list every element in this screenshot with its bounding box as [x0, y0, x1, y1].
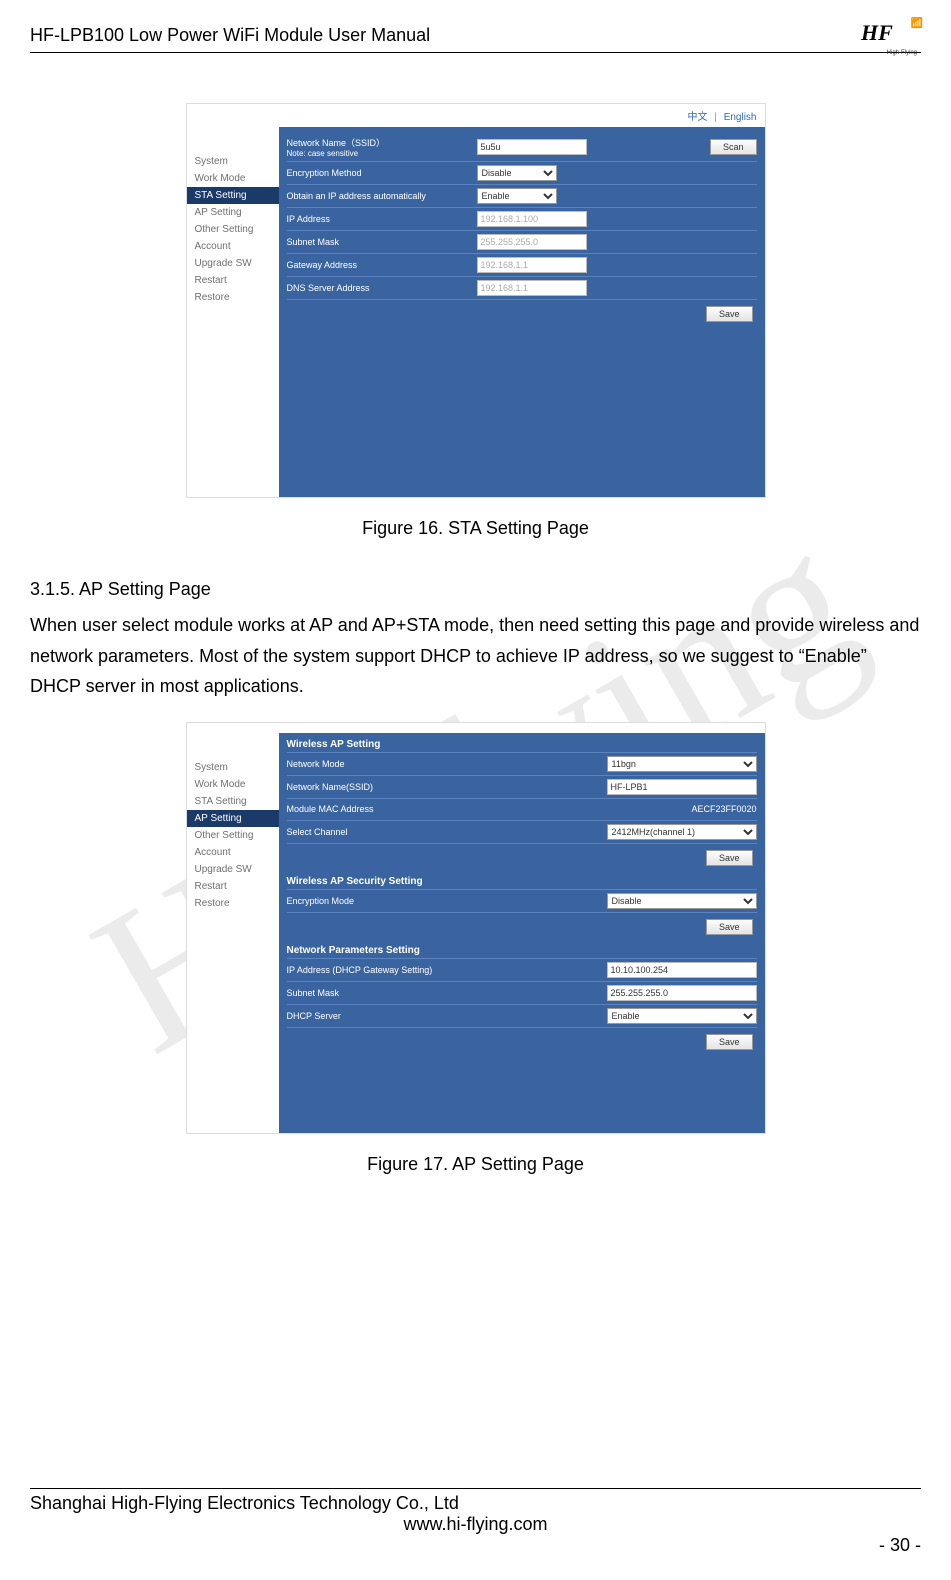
hf-logo: HF 📶 High-Flying [861, 20, 921, 50]
lang-en-link[interactable]: English [724, 112, 757, 123]
gateway-input[interactable] [477, 257, 587, 273]
netmode-label: Network Mode [287, 759, 477, 769]
dhcpserv-select[interactable]: Enable [607, 1008, 757, 1024]
ap-setting-panel: Wireless AP Setting Network Mode 11bgn N… [279, 733, 765, 1133]
save-button-sec1[interactable]: Save [706, 850, 753, 866]
save-button-fig16[interactable]: Save [706, 306, 753, 322]
sidebar-item-upgradesw-2[interactable]: Upgrade SW [187, 861, 279, 878]
mask-input[interactable] [477, 234, 587, 250]
sidebar-item-system-2[interactable]: System [187, 759, 279, 776]
encryption-label: Encryption Method [287, 168, 477, 178]
ssid-input[interactable] [477, 139, 587, 155]
ssid-label: Network Name（SSID） Note: case sensitive [287, 136, 477, 158]
encmode-label: Encryption Mode [287, 896, 477, 906]
sidebar-fig16: System Work Mode STA Setting AP Setting … [187, 127, 279, 497]
network-params-heading: Network Parameters Setting [287, 937, 757, 959]
logo-signal-icon: 📶 [911, 18, 923, 29]
page-header: HF-LPB100 Low Power WiFi Module User Man… [30, 20, 921, 53]
channel-label: Select Channel [287, 827, 477, 837]
encryption-select[interactable]: Disable [477, 165, 557, 181]
page-footer: Shanghai High-Flying Electronics Technol… [30, 1488, 921, 1556]
save-button-sec3[interactable]: Save [706, 1034, 753, 1050]
dns-input[interactable] [477, 280, 587, 296]
sidebar-item-restart-2[interactable]: Restart [187, 878, 279, 895]
logo-hf-text: HF [861, 20, 893, 45]
lang-separator: | [714, 112, 717, 123]
section-315-heading: 3.1.5. AP Setting Page [30, 579, 921, 600]
ip-input[interactable] [477, 211, 587, 227]
sidebar-item-apsetting[interactable]: AP Setting [187, 204, 279, 221]
sidebar-item-stasetting-2[interactable]: STA Setting [187, 793, 279, 810]
apssid-label: Network Name(SSID) [287, 782, 477, 792]
dhcp-label: Obtain an IP address automatically [287, 191, 477, 201]
encmode-select[interactable]: Disable [607, 893, 757, 909]
footer-company: Shanghai High-Flying Electronics Technol… [30, 1493, 921, 1514]
language-switch: 中文 | English [187, 104, 765, 127]
sidebar-fig17: System Work Mode STA Setting AP Setting … [187, 733, 279, 1133]
wireless-ap-setting-heading: Wireless AP Setting [287, 739, 757, 753]
sta-setting-panel: Network Name（SSID） Note: case sensitive … [279, 127, 765, 497]
sidebar-item-othersetting[interactable]: Other Setting [187, 221, 279, 238]
sidebar-item-restore[interactable]: Restore [187, 289, 279, 306]
apssid-input[interactable] [607, 779, 757, 795]
sidebar-item-upgradesw[interactable]: Upgrade SW [187, 255, 279, 272]
wireless-ap-security-heading: Wireless AP Security Setting [287, 868, 757, 890]
sidebar-item-stasetting[interactable]: STA Setting [187, 187, 279, 204]
section-315-body: When user select module works at AP and … [30, 610, 921, 702]
ip-label: IP Address [287, 214, 477, 224]
sidebar-item-restart[interactable]: Restart [187, 272, 279, 289]
lang-zh-link[interactable]: 中文 [688, 112, 708, 123]
mac-value: AECF23FF0020 [477, 804, 757, 814]
apmask-label: Subnet Mask [287, 988, 477, 998]
sidebar-item-apsetting-2[interactable]: AP Setting [187, 810, 279, 827]
fig16-caption: Figure 16. STA Setting Page [30, 518, 921, 539]
sidebar-item-workmode[interactable]: Work Mode [187, 170, 279, 187]
sidebar-item-restore-2[interactable]: Restore [187, 895, 279, 912]
channel-select[interactable]: 2412MHz(channel 1) [607, 824, 757, 840]
fig16-screenshot: 中文 | English System Work Mode STA Settin… [186, 103, 766, 498]
save-button-sec2[interactable]: Save [706, 919, 753, 935]
sidebar-item-system[interactable]: System [187, 153, 279, 170]
apmask-input[interactable] [607, 985, 757, 1001]
dns-label: DNS Server Address [287, 283, 477, 293]
header-title: HF-LPB100 Low Power WiFi Module User Man… [30, 25, 430, 46]
sidebar-item-workmode-2[interactable]: Work Mode [187, 776, 279, 793]
footer-website: www.hi-flying.com [30, 1514, 921, 1535]
sidebar-item-othersetting-2[interactable]: Other Setting [187, 827, 279, 844]
netmode-select[interactable]: 11bgn [607, 756, 757, 772]
sidebar-item-account[interactable]: Account [187, 238, 279, 255]
fig17-caption: Figure 17. AP Setting Page [30, 1154, 921, 1175]
sidebar-item-account-2[interactable]: Account [187, 844, 279, 861]
fig17-screenshot: System Work Mode STA Setting AP Setting … [186, 722, 766, 1134]
mask-label: Subnet Mask [287, 237, 477, 247]
scan-button[interactable]: Scan [710, 139, 757, 155]
dhcp-select[interactable]: Enable [477, 188, 557, 204]
dhcpserv-label: DHCP Server [287, 1011, 477, 1021]
ipgw-label: IP Address (DHCP Gateway Setting) [287, 965, 477, 975]
footer-page-number: - 30 - [30, 1535, 921, 1556]
ipgw-input[interactable] [607, 962, 757, 978]
mac-label: Module MAC Address [287, 804, 477, 814]
gateway-label: Gateway Address [287, 260, 477, 270]
